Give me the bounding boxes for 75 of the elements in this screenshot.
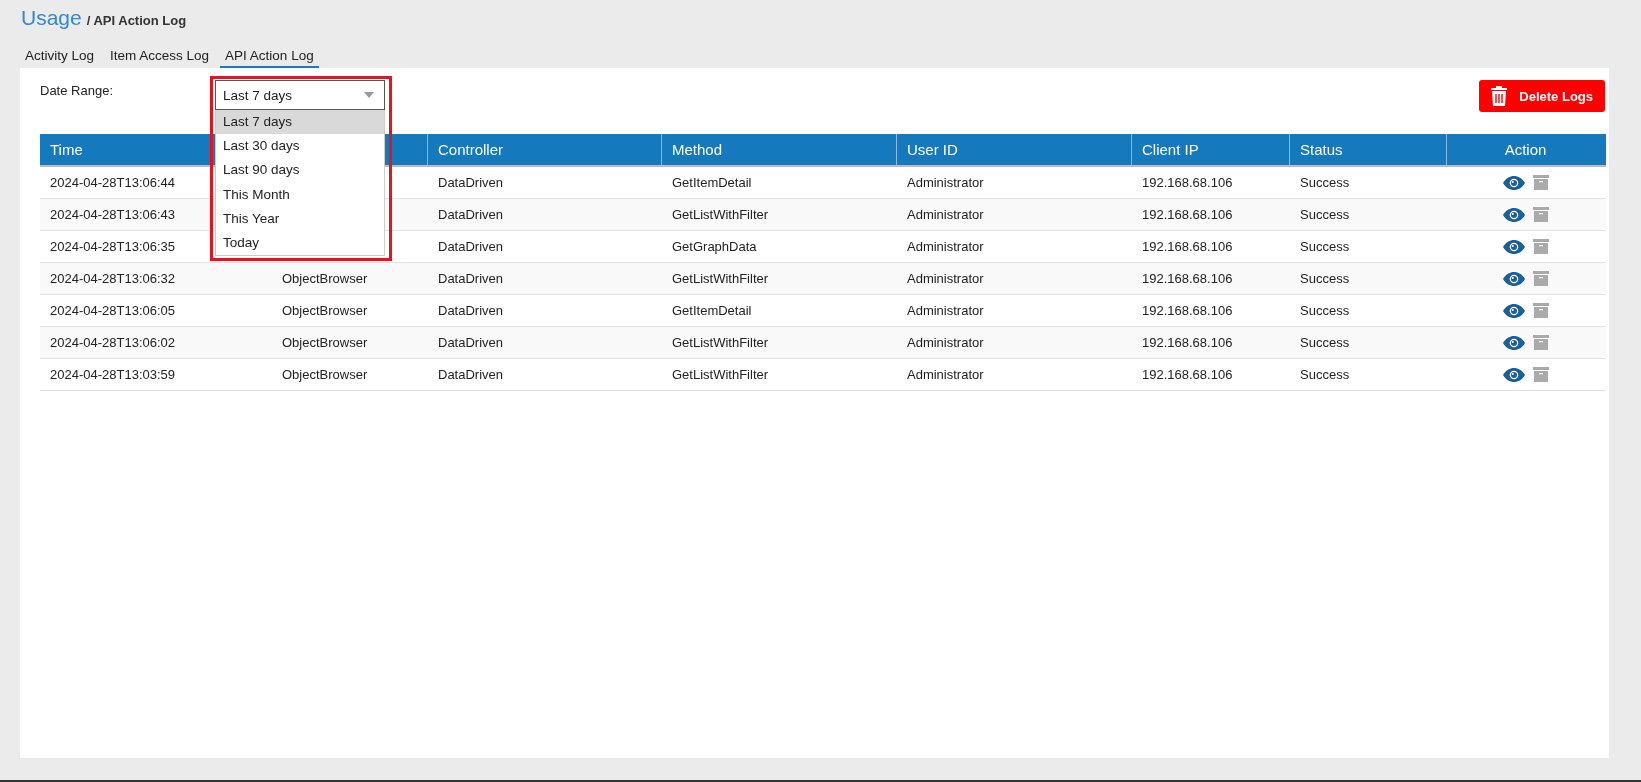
column-header: Client IP — [1142, 141, 1199, 158]
table-cell: DataDriven — [438, 239, 504, 254]
table-cell: DataDriven — [438, 271, 504, 286]
eye-icon[interactable] — [1502, 239, 1525, 254]
table-cell: Success — [1300, 207, 1350, 222]
caret-icon — [364, 92, 374, 98]
table-cell: Administrator — [907, 175, 984, 190]
table-cell: 192.168.68.106 — [1142, 335, 1233, 350]
eye-icon[interactable] — [1502, 303, 1525, 318]
date-range-select[interactable]: Last 7 days — [215, 80, 385, 110]
table-cell: Administrator — [907, 271, 984, 286]
eye-icon[interactable] — [1502, 175, 1525, 190]
tab[interactable]: Item Access Log — [105, 48, 215, 68]
dropdown-option[interactable]: Last 7 days — [216, 110, 384, 135]
dropdown-option[interactable]: Last 90 days — [216, 158, 384, 183]
column-header: Method — [672, 141, 723, 158]
table-cell: Success — [1300, 175, 1350, 190]
dropdown-option[interactable]: This Month — [216, 182, 384, 207]
table-cell: 2024-04-28T13:06:32 — [50, 271, 176, 286]
table-cell: ObjectBrowser — [282, 367, 368, 382]
column-header: User ID — [907, 141, 958, 158]
table-cell: Success — [1300, 367, 1350, 382]
page-title: Usage — [21, 6, 82, 30]
table-cell: DataDriven — [438, 207, 504, 222]
table-cell: DataDriven — [438, 303, 504, 318]
table-cell: 2024-04-28T13:03:59 — [50, 367, 176, 382]
table-cell: Administrator — [907, 239, 984, 254]
table-cell: GetItemDetail — [672, 303, 752, 318]
table-cell: GetItemDetail — [672, 175, 752, 190]
eye-icon[interactable] — [1502, 335, 1525, 350]
table-cell: Success — [1300, 271, 1350, 286]
table-cell: Administrator — [907, 303, 984, 318]
table-cell: 2024-04-28T13:06:35 — [50, 239, 176, 254]
column-header: Controller — [438, 141, 504, 158]
table-cell: 2024-04-28T13:06:43 — [50, 207, 176, 222]
table-cell: ObjectBrowser — [282, 335, 368, 350]
date-range-label: Date Range: — [40, 83, 113, 98]
column-header: Status — [1300, 141, 1343, 158]
eye-icon[interactable] — [1502, 207, 1525, 222]
table-cell: DataDriven — [438, 335, 504, 350]
table-cell: Administrator — [907, 335, 984, 350]
table-cell: GetListWithFilter — [672, 271, 769, 286]
table-cell: 192.168.68.106 — [1142, 175, 1233, 190]
table-cell: GetListWithFilter — [672, 367, 769, 382]
table-cell: Administrator — [907, 207, 984, 222]
table-cell: 192.168.68.106 — [1142, 239, 1233, 254]
table-cell: 192.168.68.106 — [1142, 207, 1233, 222]
table-cell: GetListWithFilter — [672, 207, 769, 222]
delete-logs-button[interactable]: Delete Logs — [1479, 80, 1605, 112]
table-cell: 2024-04-28T13:06:44 — [50, 175, 176, 190]
table-cell: 192.168.68.106 — [1142, 271, 1233, 286]
dropdown-option[interactable]: Last 30 days — [216, 134, 384, 159]
table-cell: Success — [1300, 303, 1350, 318]
dropdown-option[interactable]: Today — [216, 230, 384, 256]
eye-icon[interactable] — [1502, 271, 1525, 286]
table-cell: 192.168.68.106 — [1142, 303, 1233, 318]
table-cell: DataDriven — [438, 175, 504, 190]
table-cell: GetListWithFilter — [672, 335, 769, 350]
tab[interactable]: Activity Log — [20, 48, 100, 68]
table-cell: Success — [1300, 239, 1350, 254]
table-cell: 2024-04-28T13:06:02 — [50, 335, 176, 350]
table-cell: 2024-04-28T13:06:05 — [50, 303, 176, 318]
table-cell: ObjectBrowser — [282, 271, 368, 286]
table-cell: DataDriven — [438, 367, 504, 382]
trash-icon — [1491, 86, 1508, 106]
dropdown-option[interactable]: This Year — [216, 206, 384, 231]
table-cell: Administrator — [907, 367, 984, 382]
column-header: Action — [1504, 141, 1547, 158]
eye-icon[interactable] — [1502, 367, 1525, 382]
table-cell: 192.168.68.106 — [1142, 367, 1233, 382]
table-cell: GetGraphData — [672, 239, 757, 254]
column-header: Time — [50, 141, 83, 158]
table-cell: ObjectBrowser — [282, 303, 368, 318]
breadcrumb: / API Action Log — [86, 13, 187, 28]
table-cell: Success — [1300, 335, 1350, 350]
